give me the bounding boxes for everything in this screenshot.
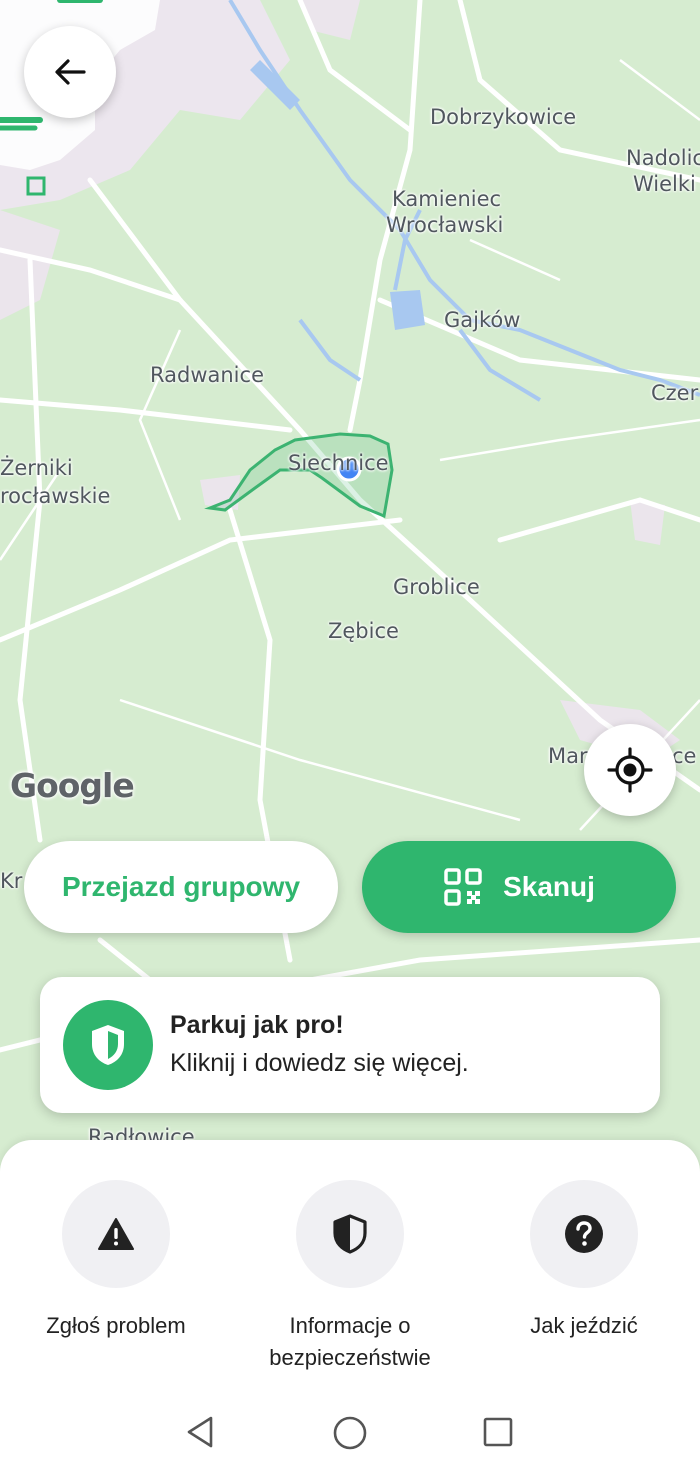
question-icon	[565, 1215, 603, 1253]
place-label: Wielki	[633, 172, 696, 196]
place-label: Nadolic	[626, 146, 700, 170]
system-navigation-bar	[0, 1394, 700, 1471]
report-problem-action[interactable]: Zgłoś problem	[6, 1180, 226, 1342]
place-label: Wrocławski	[386, 213, 504, 237]
home-circle-icon[interactable]	[332, 1415, 368, 1451]
qr-code-icon	[444, 868, 482, 906]
place-label: Zębice	[328, 619, 399, 643]
shield-icon	[92, 1025, 124, 1065]
group-ride-label: Przejazd grupowy	[61, 871, 301, 902]
place-label: Żerniki	[0, 456, 73, 480]
crosshair-icon	[607, 747, 653, 793]
safety-info-icon-circle	[296, 1180, 404, 1288]
promo-title: Parkuj jak pro!	[170, 1011, 344, 1039]
arrow-left-icon	[55, 59, 86, 85]
place-label: Groblice	[393, 575, 480, 599]
how-to-ride-icon-circle	[530, 1180, 638, 1288]
back-button[interactable]	[24, 26, 116, 118]
promo-icon-circle	[63, 1000, 153, 1090]
promo-subtitle: Kliknij i dowiedz się więcej.	[170, 1049, 469, 1077]
locate-me-button[interactable]	[584, 724, 676, 816]
place-label: Kamieniec	[392, 187, 502, 211]
shield-icon	[333, 1214, 367, 1254]
safety-info-action[interactable]: Informacje o bezpieczeństwie	[240, 1180, 460, 1374]
place-label: Gajków	[444, 308, 521, 332]
google-attribution: Google	[10, 766, 135, 805]
safety-info-label: Informacje o bezpieczeństwie	[269, 1313, 431, 1370]
place-label: Siechnice	[288, 451, 389, 475]
how-to-ride-label: Jak jeździć	[530, 1313, 638, 1338]
scan-button[interactable]: Skanuj	[362, 841, 676, 933]
parking-tip-card[interactable]: Parkuj jak pro! Kliknij i dowiedz się wi…	[40, 977, 660, 1113]
place-label: Radwanice	[150, 363, 264, 387]
place-label: Dobrzykowice	[430, 105, 577, 129]
scan-label: Skanuj	[503, 871, 595, 902]
place-label: Mar	[548, 744, 588, 768]
report-problem-icon-circle	[62, 1180, 170, 1288]
place-label: rocławskie	[0, 484, 111, 508]
recents-square-icon[interactable]	[482, 1416, 514, 1448]
group-ride-button[interactable]: Przejazd grupowy	[24, 841, 338, 933]
report-problem-label: Zgłoś problem	[46, 1313, 186, 1338]
place-label: Czer	[651, 381, 699, 405]
warning-icon	[98, 1218, 134, 1250]
place-label: Kr	[0, 869, 23, 893]
how-to-ride-action[interactable]: Jak jeździć	[474, 1180, 694, 1342]
back-triangle-icon[interactable]	[184, 1414, 216, 1450]
